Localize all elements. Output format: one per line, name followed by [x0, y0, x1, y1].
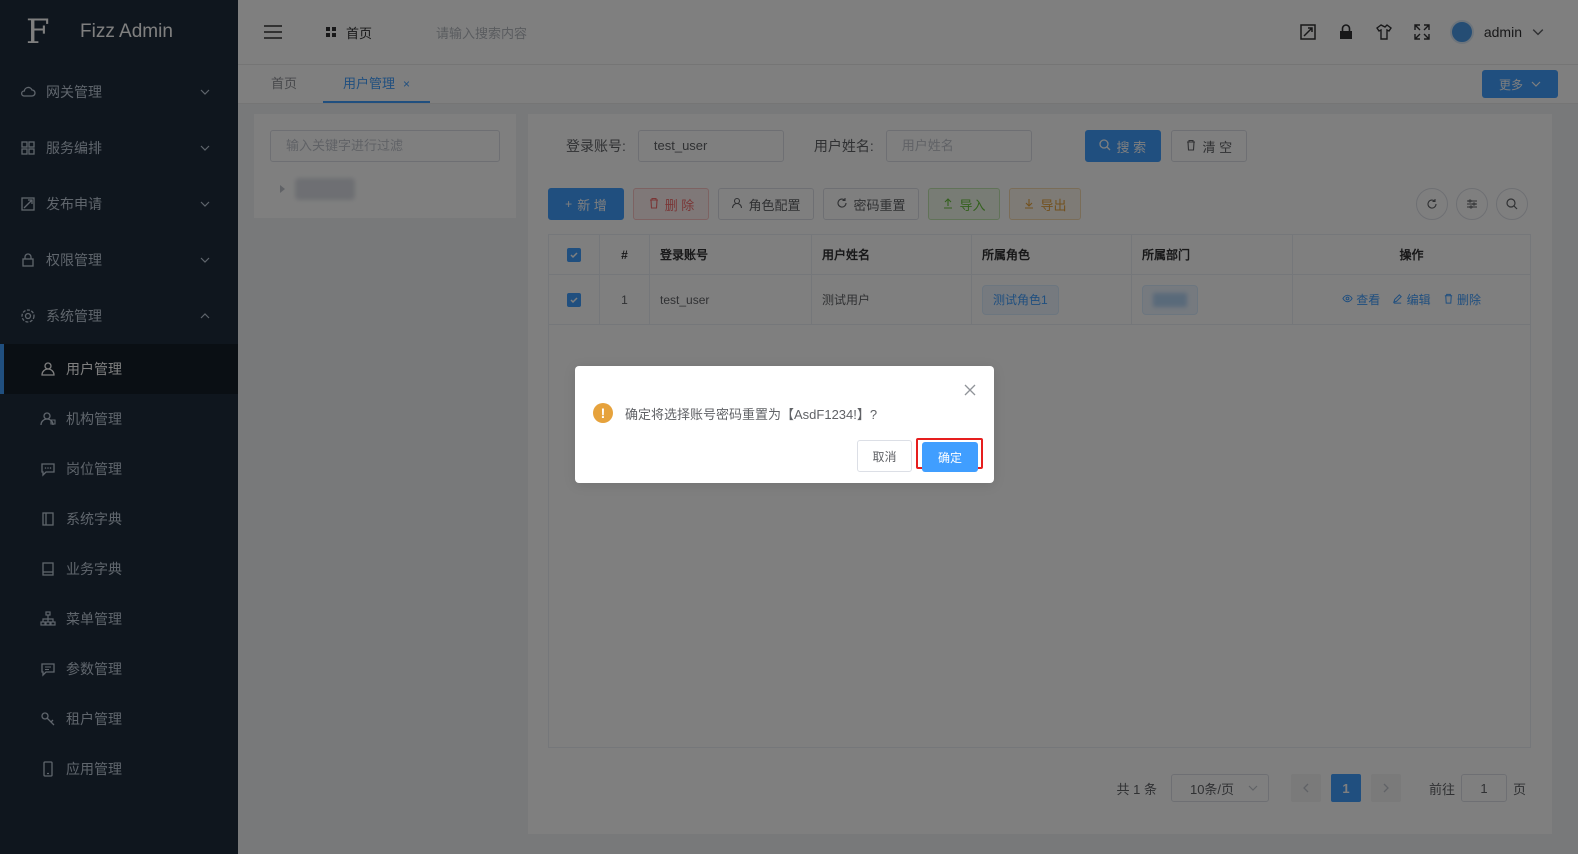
confirm-button[interactable]: 确定 [922, 442, 978, 472]
close-icon[interactable] [964, 384, 976, 396]
dialog-message-row: ! 确定将选择账号密码重置为【AsdF1234!】? [593, 403, 877, 423]
cancel-button[interactable]: 取消 [857, 440, 912, 472]
dialog-message: 确定将选择账号密码重置为【AsdF1234!】? [625, 406, 878, 422]
warning-icon: ! [593, 403, 613, 423]
confirm-dialog: ! 确定将选择账号密码重置为【AsdF1234!】? 取消 确定 [575, 366, 994, 483]
confirm-highlight: 确定 [916, 438, 983, 472]
